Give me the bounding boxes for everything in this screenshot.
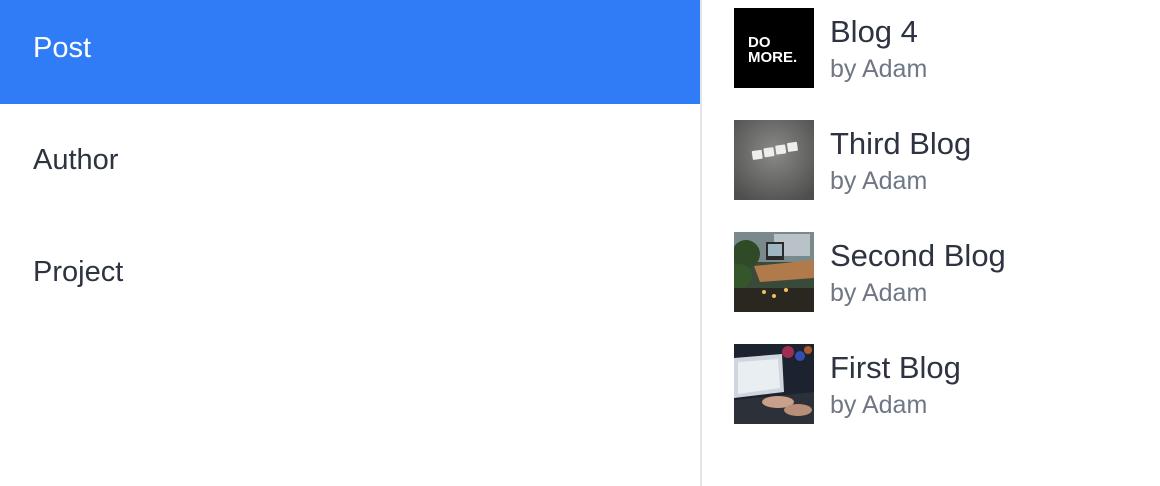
nav-item-author[interactable]: Author: [0, 104, 700, 216]
laptop-typing-image: [734, 344, 814, 424]
post-thumbnail[interactable]: [734, 344, 814, 424]
thumb-text-line: MORE.: [748, 49, 797, 66]
post-title[interactable]: Second Blog: [830, 238, 1006, 274]
post-thumbnail[interactable]: DO MORE.: [734, 8, 814, 88]
post-author: by Adam: [830, 167, 928, 195]
post-item[interactable]: DO MORE. Blog 4 by Adam: [734, 8, 1154, 120]
nav-item-project[interactable]: Project: [0, 216, 700, 328]
post-author: by Adam: [830, 55, 928, 83]
nav-item-label: Author: [33, 143, 119, 176]
scrabble-tiles-image: [734, 120, 814, 200]
nav-item-post[interactable]: Post: [0, 0, 700, 104]
post-item[interactable]: Third Blog by Adam: [734, 120, 1154, 232]
post-item[interactable]: First Blog by Adam: [734, 344, 1154, 456]
nav-item-label: Project: [33, 255, 124, 288]
app: Post Author Project DO MORE. Blog 4 by A…: [0, 0, 1160, 486]
post-author: by Adam: [830, 391, 928, 419]
post-list: DO MORE. Blog 4 by Adam Third Blog by Ad…: [734, 8, 1154, 456]
do-more-image: DO MORE.: [734, 8, 814, 88]
nav-item-label: Post: [33, 31, 92, 64]
post-item[interactable]: Second Blog by Adam: [734, 232, 1154, 344]
post-title[interactable]: Blog 4: [830, 14, 918, 50]
post-title[interactable]: Third Blog: [830, 126, 971, 162]
post-author: by Adam: [830, 279, 928, 307]
post-thumbnail[interactable]: [734, 232, 814, 312]
desk-workspace-image: [734, 232, 814, 312]
sidebar-nav: Post Author Project: [0, 0, 702, 486]
post-title[interactable]: First Blog: [830, 350, 961, 386]
post-thumbnail[interactable]: [734, 120, 814, 200]
